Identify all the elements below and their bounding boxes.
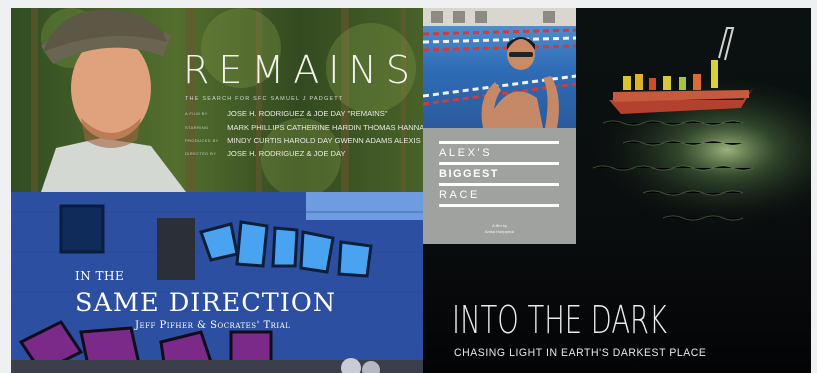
poster-title-block: ALEX'S BIGGEST RACE — [439, 139, 559, 209]
poster-gallery: REMAINS THE SEARCH FOR SFC SAMUEL J PADG… — [11, 8, 811, 373]
credit-line: A FILM BY JOSE H. RODRIGUEZ & JOE DAY "R… — [185, 109, 388, 118]
title-line: ALEX'S — [439, 147, 493, 159]
credit-label: PRODUCED BY — [185, 138, 219, 143]
credit-text: MARK PHILLIPS CATHERINE HARDIN THOMAS HA… — [227, 123, 423, 132]
director-name: Anika Hoeppeck — [484, 229, 515, 234]
poster-title-into-the-dark: INTO THE DARK — [452, 298, 668, 342]
credit-label: DIRECTED BY — [185, 151, 217, 156]
poster-subtitle: THE SEARCH FOR SFC SAMUEL J PADGETT — [185, 96, 344, 102]
film-credit: A film by Anika Hoeppeck — [423, 223, 576, 235]
title-rule — [439, 162, 559, 165]
title-line: RACE — [439, 189, 480, 201]
title-rule — [439, 141, 559, 144]
title-rule — [439, 183, 559, 186]
credit-line: DIRECTED BY JOSE H. RODRIGUEZ & JOE DAY — [185, 149, 346, 158]
credit-line: STARRING MARK PHILLIPS CATHERINE HARDIN … — [185, 123, 423, 132]
poster-title: REMAINS — [183, 48, 419, 92]
poster-subtitle: Jeff Pifher & Socrates' Trial — [135, 320, 291, 331]
poster-title-prefix: IN THE — [75, 269, 125, 283]
credit-text: JOSE H. RODRIGUEZ & JOE DAY — [227, 149, 346, 158]
graffiti-wall-image — [11, 192, 423, 373]
credit-text: MINDY CURTIS HAROLD DAY GWENN ADAMS ALEX… — [227, 136, 423, 145]
poster-title: SAME DIRECTION — [75, 288, 337, 317]
credit-label: A FILM BY — [185, 111, 208, 116]
title-line: BIGGEST — [439, 168, 500, 180]
title-rule — [439, 204, 559, 207]
poster-remains[interactable]: REMAINS THE SEARCH FOR SFC SAMUEL J PADG… — [11, 8, 423, 192]
poster-same-direction[interactable]: IN THE SAME DIRECTION Jeff Pifher & Socr… — [11, 192, 423, 373]
poster-subtitle-into-the-dark: CHASING LIGHT IN EARTH'S DARKEST PLACE — [454, 347, 707, 359]
poster-alexs-biggest-race[interactable]: ALEX'S BIGGEST RACE A film by Anika Hoep… — [423, 8, 576, 244]
credit-text: JOSE H. RODRIGUEZ & JOE DAY "REMAINS" — [227, 109, 388, 118]
credit-label: STARRING — [185, 125, 209, 130]
credit-line: PRODUCED BY MINDY CURTIS HAROLD DAY GWEN… — [185, 136, 423, 145]
